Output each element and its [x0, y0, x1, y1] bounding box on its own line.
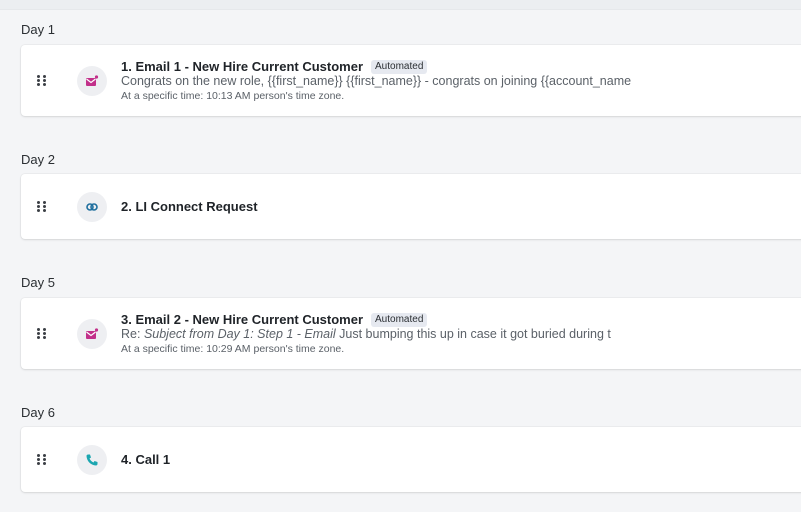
- drag-handle-icon[interactable]: [37, 75, 47, 87]
- linkedin-connect-icon: [77, 192, 107, 222]
- email-icon: [77, 66, 107, 96]
- top-strip: [0, 0, 801, 10]
- preview-subject-reference: Subject from Day 1: Step 1 - Email: [143, 327, 336, 341]
- preview-prefix: Re:: [121, 327, 144, 341]
- email-preview: Re: Subject from Day 1: Step 1 - Email J…: [121, 327, 721, 341]
- step-title[interactable]: 4. Call 1: [121, 452, 170, 467]
- step-card-call-1[interactable]: 4. Call 1: [21, 427, 801, 492]
- sequence-steps-page: Day 1 1. Email 1 - New Hire Current Cust…: [0, 0, 801, 512]
- step-card-email-2[interactable]: 3. Email 2 - New Hire Current Customer A…: [21, 298, 801, 369]
- day-label: Day 2: [21, 152, 55, 167]
- drag-handle-icon[interactable]: [37, 328, 47, 340]
- automated-badge: Automated: [371, 313, 428, 327]
- day-label: Day 6: [21, 405, 55, 420]
- step-title[interactable]: 1. Email 1 - New Hire Current Customer: [121, 59, 363, 74]
- email-icon: [77, 319, 107, 349]
- preview-body: Just bumping this up in case it got buri…: [335, 327, 611, 341]
- phone-icon: [77, 445, 107, 475]
- drag-handle-icon[interactable]: [37, 201, 47, 213]
- step-timing: At a specific time: 10:13 AM person's ti…: [121, 90, 345, 102]
- step-title[interactable]: 2. LI Connect Request: [121, 199, 258, 214]
- email-preview: Congrats on the new role, {{first_name}}…: [121, 74, 632, 88]
- step-timing: At a specific time: 10:29 AM person's ti…: [121, 343, 345, 355]
- step-card-email-1[interactable]: 1. Email 1 - New Hire Current Customer A…: [21, 45, 801, 116]
- step-card-li-connect[interactable]: 2. LI Connect Request: [21, 174, 801, 239]
- drag-handle-icon[interactable]: [37, 454, 47, 466]
- step-title[interactable]: 3. Email 2 - New Hire Current Customer: [121, 312, 363, 327]
- automated-badge: Automated: [371, 60, 428, 74]
- day-label: Day 5: [21, 275, 55, 290]
- day-label: Day 1: [21, 22, 55, 37]
